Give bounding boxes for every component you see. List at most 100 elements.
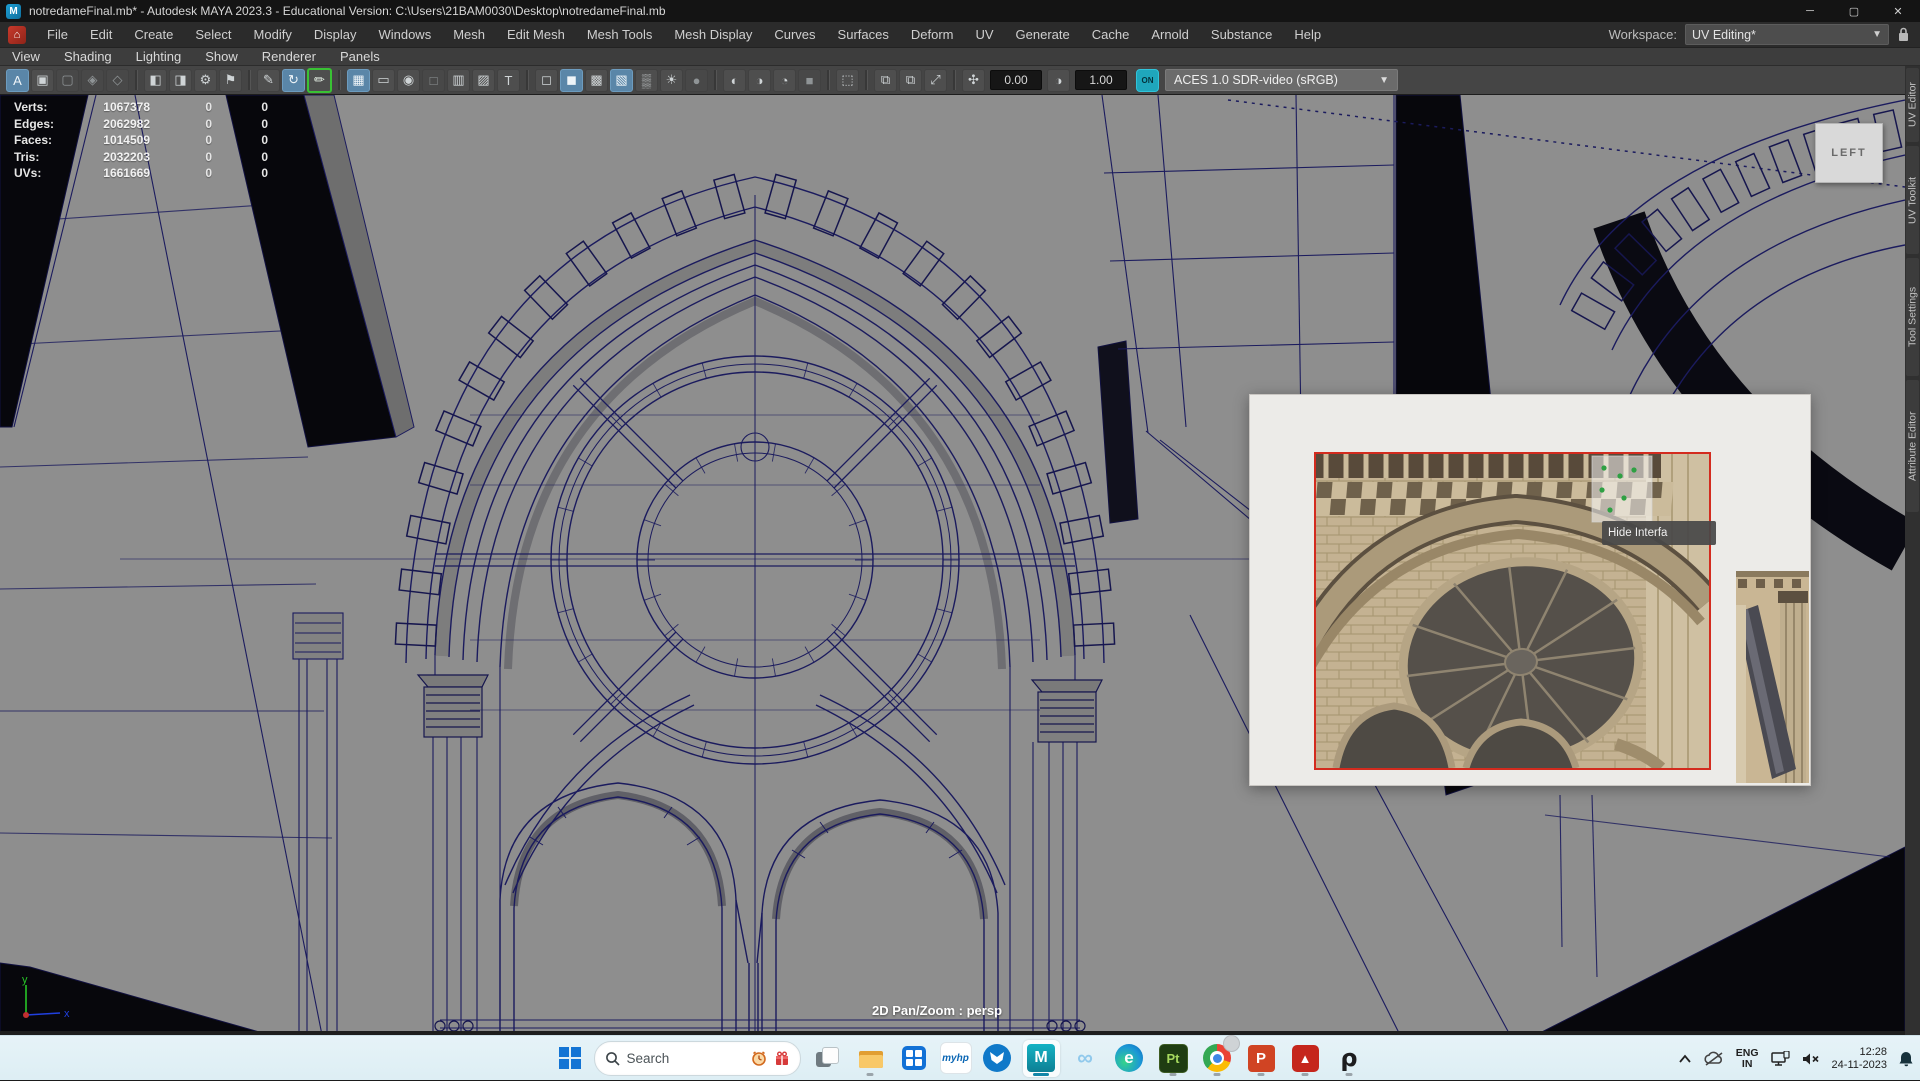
tumble-view-icon[interactable]: ↻ (282, 69, 305, 92)
maximize-button[interactable]: ▢ (1832, 0, 1876, 22)
taskbar-maya-icon[interactable]: M (1023, 1040, 1060, 1077)
menu-curves[interactable]: Curves (763, 27, 826, 42)
menu-windows[interactable]: Windows (367, 27, 442, 42)
wireframe-icon[interactable]: ◻ (535, 69, 558, 92)
menu-generate[interactable]: Generate (1005, 27, 1081, 42)
select-component-icon[interactable]: ▢ (56, 69, 79, 92)
shadows-icon[interactable]: ● (685, 69, 708, 92)
taskbar-edge-icon[interactable]: e (1111, 1040, 1148, 1077)
select-hierarchy-icon[interactable]: A (6, 69, 29, 92)
taskbar-file-explorer-icon[interactable] (852, 1040, 889, 1077)
taskbar-myhp-icon[interactable]: myhp (940, 1042, 972, 1074)
taskbar-microsoft-store-icon[interactable] (896, 1040, 933, 1077)
close-button[interactable]: ✕ (1876, 0, 1920, 22)
menu-arnold[interactable]: Arnold (1140, 27, 1200, 42)
panel-menu-renderer[interactable]: Renderer (250, 49, 328, 64)
panel-menu-panels[interactable]: Panels (328, 49, 392, 64)
panel-menu-shading[interactable]: Shading (52, 49, 124, 64)
reference-left-chip[interactable]: LEFT (1815, 123, 1883, 183)
isolate-select-icon[interactable]: ⬚ (836, 69, 859, 92)
menu-mesh[interactable]: Mesh (442, 27, 496, 42)
bookmark-icon[interactable]: ⚑ (219, 69, 242, 92)
menu-modify[interactable]: Modify (243, 27, 303, 42)
gate-mask-icon[interactable]: □ (422, 69, 445, 92)
xray-joints-icon[interactable]: ◑ (748, 69, 771, 92)
onedrive-cloud-icon[interactable] (1703, 1051, 1725, 1067)
minimize-button[interactable]: ─ (1788, 0, 1832, 22)
select-object-icon[interactable]: ▣ (31, 69, 54, 92)
textured-icon[interactable]: ▧ (610, 69, 633, 92)
color-management-toggle[interactable]: ON (1136, 69, 1159, 92)
exposure-icon[interactable]: ✣ (962, 69, 985, 92)
resolution-gate-icon[interactable]: ◉ (397, 69, 420, 92)
menu-select[interactable]: Select (184, 27, 242, 42)
volume-muted-icon[interactable] (1801, 1051, 1821, 1067)
language-indicator[interactable]: ENGIN (1736, 1048, 1759, 1070)
tray-chevron-icon[interactable] (1678, 1054, 1692, 1064)
menu-create[interactable]: Create (123, 27, 184, 42)
dock-tab-tool-settings[interactable]: Tool Settings (1906, 258, 1919, 376)
lighting-icon[interactable]: ☀ (660, 69, 683, 92)
occlusion-icon[interactable]: ◔ (773, 69, 796, 92)
search-input[interactable]: Search (594, 1041, 801, 1076)
field-chart-icon[interactable]: ▥ (447, 69, 470, 92)
colorspace-dropdown[interactable]: ACES 1.0 SDR-video (sRGB) ▼ (1165, 69, 1398, 91)
reference-photo-secondary[interactable] (1736, 571, 1809, 783)
gamma-field[interactable]: 1.00 (1075, 70, 1127, 90)
taskbar-chrome-icon[interactable] (1199, 1040, 1236, 1077)
menu-mesh-display[interactable]: Mesh Display (663, 27, 763, 42)
reference-image-window[interactable] (1249, 394, 1811, 786)
clock[interactable]: 12:28 24-11-2023 (1832, 1046, 1887, 1072)
snapshot-a-icon[interactable]: ⧉ (874, 69, 897, 92)
menu-deform[interactable]: Deform (900, 27, 965, 42)
pan-zoom-tool-icon[interactable]: ✏ (307, 68, 332, 93)
snap-b-icon[interactable]: ◇ (106, 69, 129, 92)
camera-lock-icon[interactable]: ◨ (169, 69, 192, 92)
panel-menu-show[interactable]: Show (193, 49, 250, 64)
start-button[interactable] (553, 1041, 587, 1075)
film-gate-icon[interactable]: ▭ (372, 69, 395, 92)
wireframe-on-shaded-icon[interactable]: ▩ (585, 69, 608, 92)
snapshot-b-icon[interactable]: ⧉ (899, 69, 922, 92)
taskbar-substance-painter-icon[interactable]: Pt (1155, 1040, 1192, 1077)
shaded-icon[interactable]: ◼ (560, 69, 583, 92)
network-icon[interactable] (1770, 1051, 1790, 1067)
image-plane-icon[interactable]: ▨ (472, 69, 495, 92)
exposure-field[interactable]: 0.00 (990, 70, 1042, 90)
reference-photo[interactable] (1314, 452, 1711, 770)
taskbar-fox-app-icon[interactable] (979, 1040, 1016, 1077)
grid-icon[interactable]: ▦ (347, 69, 370, 92)
aa-toggle-icon[interactable]: ■ (798, 69, 821, 92)
taskbar-acrobat-icon[interactable]: ▲ (1287, 1040, 1324, 1077)
grease-pencil-icon[interactable]: ✎ (257, 69, 280, 92)
notification-bell-icon[interactable] (1898, 1050, 1914, 1067)
dock-tab-attribute-editor[interactable]: Attribute Editor (1906, 380, 1919, 512)
taskbar-visual-studio-icon[interactable]: ∞ (1067, 1040, 1104, 1077)
dock-tab-uv-editor[interactable]: UV Editor (1906, 68, 1919, 142)
default-material-icon[interactable]: ▒ (635, 69, 658, 92)
maya-home-icon[interactable]: ⌂ (8, 26, 26, 44)
taskbar-p-app-icon[interactable]: ρ (1331, 1040, 1368, 1077)
safe-title-icon[interactable]: T (497, 69, 520, 92)
export-image-icon[interactable]: ⤢ (924, 69, 947, 92)
workspace-dropdown[interactable]: UV Editing* ▼ (1685, 24, 1889, 45)
menu-display[interactable]: Display (303, 27, 368, 42)
menu-mesh-tools[interactable]: Mesh Tools (576, 27, 664, 42)
snap-a-icon[interactable]: ◈ (81, 69, 104, 92)
taskbar-powerpoint-icon[interactable]: P (1243, 1040, 1280, 1077)
menu-uv[interactable]: UV (964, 27, 1004, 42)
menu-file[interactable]: File (36, 27, 79, 42)
menu-surfaces[interactable]: Surfaces (827, 27, 900, 42)
menu-edit[interactable]: Edit (79, 27, 123, 42)
camera-select-icon[interactable]: ◧ (144, 69, 167, 92)
lock-icon[interactable] (1897, 27, 1910, 42)
camera-attributes-icon[interactable]: ⚙ (194, 69, 217, 92)
contrast-icon[interactable]: ◑ (1047, 69, 1070, 92)
menu-help[interactable]: Help (1283, 27, 1332, 42)
menu-substance[interactable]: Substance (1200, 27, 1283, 42)
panel-menu-lighting[interactable]: Lighting (124, 49, 194, 64)
xray-icon[interactable]: ◐ (723, 69, 746, 92)
dock-tab-uv-toolkit[interactable]: UV Toolkit (1906, 146, 1919, 254)
panel-menu-view[interactable]: View (0, 49, 52, 64)
menu-cache[interactable]: Cache (1081, 27, 1141, 42)
